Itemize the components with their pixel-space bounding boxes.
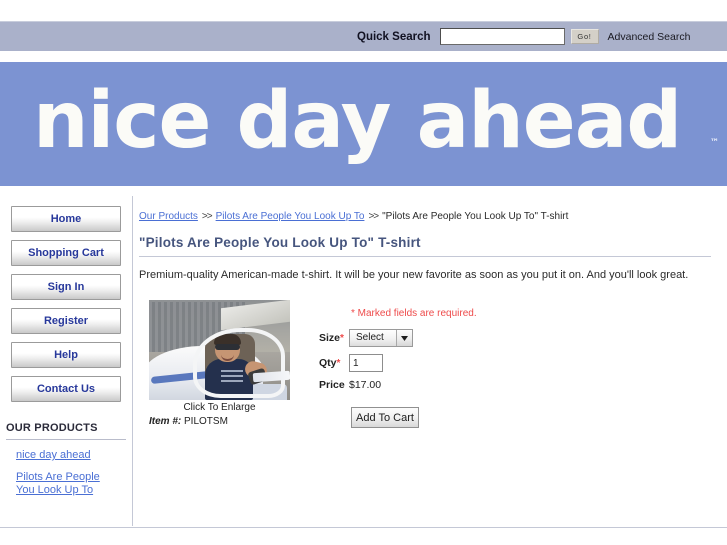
sidebar: Home Shopping Cart Sign In Register Help… bbox=[0, 196, 133, 526]
item-number-value: PILOTSM bbox=[184, 416, 228, 427]
product-category-list: nice day ahead Pilots Are People You Loo… bbox=[16, 449, 132, 497]
sidebar-nav: Home Shopping Cart Sign In Register Help… bbox=[0, 196, 132, 402]
page-title: "Pilots Are People You Look Up To" T-shi… bbox=[139, 235, 711, 257]
size-select[interactable]: Select bbox=[349, 329, 413, 347]
item-number: Item #: PILOTSM bbox=[149, 416, 290, 427]
search-go-button[interactable]: Go! bbox=[570, 29, 599, 44]
trademark-mark: ™ bbox=[710, 138, 719, 148]
required-fields-note: * Marked fields are required. bbox=[351, 308, 477, 319]
chevron-down-icon[interactable] bbox=[396, 330, 412, 346]
product-photo[interactable] bbox=[149, 300, 290, 400]
add-to-cart-button[interactable]: Add To Cart bbox=[351, 407, 419, 428]
size-row: Size* Select bbox=[319, 329, 569, 347]
breadcrumb-separator-2: >> bbox=[368, 211, 379, 222]
qty-label-text: Qty bbox=[319, 357, 337, 369]
size-required-asterisk: * bbox=[340, 333, 344, 344]
sidebar-item-help[interactable]: Help bbox=[11, 342, 121, 368]
site-logo[interactable]: nice day ahead bbox=[33, 82, 682, 160]
search-group: Quick Search Go! Advanced Search bbox=[357, 28, 690, 45]
product-link-pilots-are-people[interactable]: Pilots Are People You Look Up To bbox=[16, 471, 116, 497]
breadcrumb: Our Products >> Pilots Are People You Look… bbox=[139, 210, 719, 223]
sidebar-item-sign-in[interactable]: Sign In bbox=[11, 274, 121, 300]
size-label-text: Size bbox=[319, 332, 341, 344]
qty-row: Qty* bbox=[319, 354, 569, 372]
price-value: $17.00 bbox=[349, 379, 382, 391]
sidebar-item-home[interactable]: Home bbox=[11, 206, 121, 232]
main-content: Our Products >> Pilots Are People You Look… bbox=[139, 210, 719, 430]
breadcrumb-link-our-products[interactable]: Our Products bbox=[139, 211, 198, 222]
product-image-block: Click To Enlarge Item #: PILOTSM bbox=[149, 300, 290, 427]
our-products-heading: OUR PRODUCTS bbox=[6, 422, 126, 440]
qty-label: Qty* bbox=[319, 357, 349, 369]
purchase-form: * Marked fields are required. Size* Sele… bbox=[319, 308, 569, 428]
top-search-bar: Quick Search Go! Advanced Search bbox=[0, 21, 727, 51]
site-banner: nice day ahead ™ bbox=[0, 62, 727, 186]
quick-search-label: Quick Search bbox=[357, 30, 431, 43]
advanced-search-link[interactable]: Advanced Search bbox=[608, 31, 691, 43]
search-input[interactable] bbox=[439, 28, 565, 45]
product-description: Premium-quality American-made t-shirt. I… bbox=[139, 269, 689, 281]
sidebar-item-contact-us[interactable]: Contact Us bbox=[11, 376, 121, 402]
breadcrumb-link-pilots-are-people[interactable]: Pilots Are People You Look Up To bbox=[216, 211, 365, 222]
price-row: Price $17.00 bbox=[319, 379, 569, 391]
size-label: Size* bbox=[319, 332, 349, 344]
item-number-label: Item #: bbox=[149, 416, 182, 427]
click-to-enlarge-caption[interactable]: Click To Enlarge bbox=[149, 402, 290, 413]
footer-divider bbox=[0, 527, 727, 528]
product-detail-area: Click To Enlarge Item #: PILOTSM * Marke… bbox=[139, 300, 719, 430]
breadcrumb-current: "Pilots Are People You Look Up To" T-shi… bbox=[382, 211, 569, 222]
sidebar-item-shopping-cart[interactable]: Shopping Cart bbox=[11, 240, 121, 266]
product-link-nice-day-ahead[interactable]: nice day ahead bbox=[16, 449, 116, 462]
photo-canopy-frame bbox=[193, 328, 285, 398]
price-label: Price bbox=[319, 379, 345, 391]
qty-required-asterisk: * bbox=[336, 358, 341, 369]
size-select-value: Select bbox=[356, 332, 384, 343]
breadcrumb-separator-1: >> bbox=[201, 211, 213, 222]
qty-input[interactable] bbox=[349, 354, 383, 372]
sidebar-item-register[interactable]: Register bbox=[11, 308, 121, 334]
